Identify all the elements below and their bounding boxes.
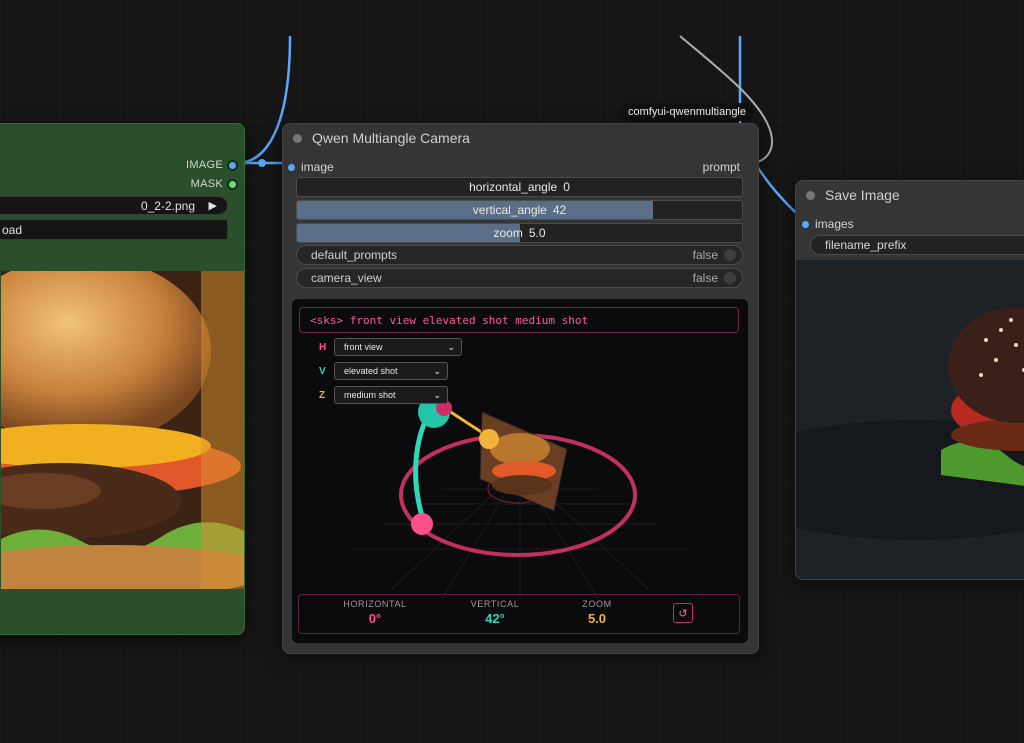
node-title-bar[interactable]: Qwen Multiangle Camera: [283, 124, 758, 152]
zoom-select-row: Z medium shot ⌄: [319, 386, 448, 404]
input-image[interactable]: image: [288, 160, 334, 174]
horizontal-angle-slider[interactable]: horizontal_angle 0: [296, 177, 743, 197]
filename-prefix-field[interactable]: filename_prefix: [810, 235, 1024, 255]
output-mask-label: MASK: [190, 178, 223, 190]
camera-stats-bar: HORIZONTAL 0° VERTICAL 42° ZOOM 5.0 ↺: [298, 594, 740, 634]
select-value: medium shot: [344, 390, 396, 400]
input-images[interactable]: images: [802, 217, 854, 231]
node-title-bar[interactable]: Save Image: [796, 181, 1024, 209]
chevron-down-icon: ⌄: [447, 341, 455, 352]
horizontal-handle[interactable]: [411, 513, 433, 535]
toggle-label: default_prompts: [311, 248, 398, 262]
toggle-knob[interactable]: [724, 272, 736, 284]
reroute-label[interactable]: comfyui-qwenmultiangle: [620, 103, 754, 121]
upload-label: oad: [2, 222, 23, 237]
stat-label: HORIZONTAL: [343, 599, 407, 609]
reset-icon: ↺: [678, 607, 688, 620]
burger-photo-left: [1, 271, 244, 589]
collapse-dot-icon[interactable]: [293, 133, 302, 143]
output-prompt[interactable]: prompt: [703, 160, 740, 174]
filename-value: 0_2-2.png: [140, 198, 195, 213]
burger-photo-right: [796, 260, 1024, 579]
default-prompts-toggle[interactable]: default_prompts false: [296, 245, 743, 265]
toggle-value: false: [692, 248, 718, 262]
stat-value: 5.0: [587, 611, 607, 626]
stat-value: 0°: [368, 611, 382, 626]
horizontal-view-select[interactable]: front view ⌄: [334, 338, 462, 356]
input-images-port[interactable]: [802, 220, 809, 228]
stat-label: ZOOM: [582, 599, 612, 609]
select-key: H: [319, 341, 327, 353]
output-image-label: IMAGE: [186, 159, 223, 171]
input-image-port[interactable]: [288, 163, 295, 171]
reroute-text: comfyui-qwenmultiangle: [628, 106, 746, 118]
output-mask-port[interactable]: [229, 180, 236, 188]
qwen-multiangle-node[interactable]: Qwen Multiangle Camera image prompt hori…: [282, 123, 759, 654]
chevron-down-icon: ⌄: [433, 365, 441, 376]
select-value: elevated shot: [344, 366, 398, 376]
stat-value: 42°: [485, 611, 505, 626]
slider-value: 5.0: [528, 226, 546, 240]
play-icon[interactable]: ▶: [209, 199, 217, 212]
input-image-label: image: [301, 160, 334, 174]
vertical-select-row: V elevated shot ⌄: [319, 362, 448, 380]
vertical-shot-select[interactable]: elevated shot ⌄: [334, 362, 448, 380]
stat-horizontal: HORIZONTAL 0°: [325, 599, 425, 626]
camera-view-toggle[interactable]: camera_view false: [296, 268, 743, 288]
output-mask[interactable]: MASK: [191, 178, 236, 190]
slider-label: zoom: [493, 226, 523, 240]
horizontal-select-row: H front view ⌄: [319, 338, 462, 356]
prompt-text: <sks> front view elevated shot medium sh…: [310, 313, 589, 327]
image-filename-select[interactable]: 0_2-2.png ▶: [0, 196, 228, 215]
vertical-angle-slider[interactable]: vertical_angle 42: [296, 200, 743, 220]
zoom-slider[interactable]: zoom 5.0: [296, 223, 743, 243]
zoom-shot-select[interactable]: medium shot ⌄: [334, 386, 448, 404]
reset-button[interactable]: ↺: [673, 603, 693, 623]
filename-prefix-label: filename_prefix: [825, 238, 907, 252]
toggle-label: camera_view: [311, 271, 382, 285]
select-value: front view: [344, 342, 383, 352]
saved-image-preview: [796, 260, 1024, 579]
load-image-node[interactable]: IMAGE MASK 0_2-2.png ▶ oad: [0, 123, 245, 635]
toggle-value: false: [692, 271, 718, 285]
camera-3d-viewport[interactable]: <sks> front view elevated shot medium sh…: [292, 299, 748, 643]
upload-button[interactable]: oad: [0, 219, 228, 240]
chevron-down-icon: ⌄: [433, 389, 441, 400]
toggle-knob[interactable]: [724, 249, 736, 261]
output-image[interactable]: IMAGE: [186, 159, 236, 171]
stat-zoom: ZOOM 5.0: [547, 599, 647, 626]
collapse-dot-icon[interactable]: [806, 190, 815, 200]
select-key: V: [319, 365, 326, 377]
output-prompt-label: prompt: [702, 160, 740, 174]
select-key: Z: [319, 389, 326, 401]
node-title: Qwen Multiangle Camera: [312, 130, 470, 146]
slider-label: horizontal_angle: [469, 180, 558, 194]
stat-vertical: VERTICAL 42°: [445, 599, 545, 626]
save-image-node[interactable]: Save Image images filename_prefix: [795, 180, 1024, 580]
generated-prompt: <sks> front view elevated shot medium sh…: [299, 307, 739, 333]
input-images-label: images: [815, 217, 854, 231]
zoom-handle[interactable]: [479, 429, 499, 449]
node-title: Save Image: [825, 187, 900, 203]
output-image-port[interactable]: [229, 161, 236, 169]
slider-value: 42: [552, 203, 567, 217]
stat-label: VERTICAL: [470, 599, 520, 609]
image-preview: [1, 271, 244, 589]
slider-label: vertical_angle: [472, 203, 547, 217]
slider-value: 0: [563, 180, 570, 194]
